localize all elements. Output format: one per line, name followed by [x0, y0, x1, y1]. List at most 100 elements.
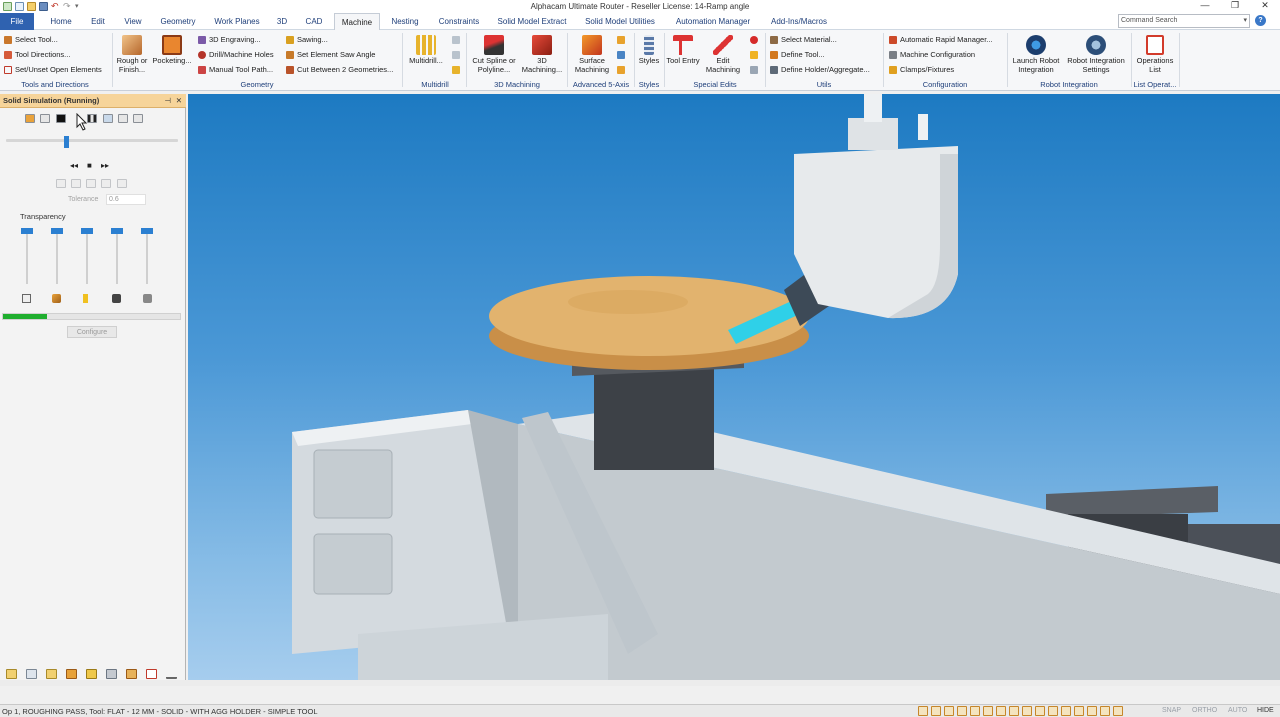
select-material-button[interactable]: Select Material...	[770, 35, 837, 44]
help-icon[interactable]: ?	[1255, 15, 1266, 26]
operations-icon[interactable]	[86, 669, 97, 679]
select-tool-button[interactable]: Select Tool...	[4, 35, 58, 44]
view-icon[interactable]	[1035, 706, 1045, 716]
automatic-rapid-manager-button[interactable]: Automatic Rapid Manager...	[889, 35, 993, 44]
pin-icon[interactable]: ⊣	[164, 94, 171, 108]
list-icon[interactable]	[146, 669, 157, 679]
view-icon[interactable]	[944, 706, 954, 716]
surface-machining-button[interactable]: Surface Machining	[570, 35, 614, 74]
set-element-saw-angle-button[interactable]: Set Element Saw Angle	[286, 50, 375, 59]
horizontal-scrollbar[interactable]	[0, 680, 1280, 686]
tab-3d[interactable]: 3D	[270, 13, 294, 30]
open-folder-icon[interactable]	[46, 669, 57, 679]
view-icon[interactable]	[931, 706, 941, 716]
forward-button[interactable]: ▸▸	[101, 161, 109, 170]
ortho-toggle[interactable]: ORTHO	[1192, 707, 1217, 714]
step-forward-icon[interactable]	[133, 114, 143, 123]
sawing-button[interactable]: Sawing...	[286, 35, 328, 44]
view-icon[interactable]	[996, 706, 1006, 716]
configure-button[interactable]: Configure	[67, 326, 117, 338]
3d-engraving-button[interactable]: 3D Engraving...	[198, 35, 261, 44]
stop-button[interactable]: ■	[87, 161, 92, 170]
settings-icon[interactable]	[148, 114, 158, 123]
view-icon[interactable]	[1074, 706, 1084, 716]
special-edit-option-icon[interactable]	[750, 51, 758, 59]
machine-configuration-button[interactable]: Machine Configuration	[889, 50, 975, 59]
tool-list-icon[interactable]	[66, 669, 77, 679]
command-search-input[interactable]: Command Search ▾	[1118, 14, 1250, 28]
manual-tool-path-button[interactable]: Manual Tool Path...	[198, 65, 273, 74]
5axis-option-icon[interactable]	[617, 66, 625, 74]
simulation-speed-thumb[interactable]	[64, 136, 69, 148]
multidrill-option-icon[interactable]	[452, 36, 460, 44]
define-holder-aggregate-button[interactable]: Define Holder/Aggregate...	[770, 65, 870, 74]
view-icon[interactable]	[1100, 706, 1110, 716]
drill-machine-holes-button[interactable]: Drill/Machine Holes	[198, 50, 274, 59]
properties-icon[interactable]	[126, 669, 137, 679]
view-icon[interactable]	[957, 706, 967, 716]
tab-solid-model-extract[interactable]: Solid Model Extract	[492, 13, 572, 30]
close-icon[interactable]: ✕	[176, 94, 182, 108]
stop-icon[interactable]	[56, 114, 66, 123]
dock-icon[interactable]	[166, 669, 177, 679]
5axis-option-icon[interactable]	[617, 51, 625, 59]
view-option-icon[interactable]	[71, 179, 81, 188]
tab-geometry[interactable]: Geometry	[154, 13, 202, 30]
tolerance-field[interactable]: 0.6	[106, 194, 146, 205]
tab-constraints[interactable]: Constraints	[432, 13, 486, 30]
record-icon[interactable]	[750, 36, 758, 44]
5axis-option-icon[interactable]	[617, 36, 625, 44]
pocketing-button[interactable]: Pocketing...	[152, 35, 192, 66]
display-options-icon[interactable]	[118, 114, 128, 123]
view-icon[interactable]	[970, 706, 980, 716]
view-option-icon[interactable]	[86, 179, 96, 188]
tab-add-ins-macros[interactable]: Add-Ins/Macros	[764, 13, 834, 30]
auto-toggle[interactable]: AUTO	[1228, 707, 1247, 714]
multidrill-button[interactable]: Multidrill...	[404, 35, 448, 66]
close-button[interactable]: ✕	[1250, 0, 1280, 13]
view-icon[interactable]	[918, 706, 928, 716]
view-icon[interactable]	[1087, 706, 1097, 716]
restore-button[interactable]: ❐	[1220, 0, 1250, 13]
tab-cad[interactable]: CAD	[298, 13, 330, 30]
hide-toggle[interactable]: HIDE	[1257, 707, 1274, 714]
edit-machining-button[interactable]: Edit Machining	[700, 35, 746, 74]
cut-spline-polyline-button[interactable]: Cut Spline or Polyline...	[468, 35, 520, 74]
transparency-slider-machine[interactable]	[141, 228, 153, 234]
pause-icon[interactable]	[87, 114, 97, 123]
tab-automation-manager[interactable]: Automation Manager	[668, 13, 758, 30]
operations-list-button[interactable]: Operations List	[1133, 35, 1177, 74]
clamps-fixtures-button[interactable]: Clamps/Fixtures	[889, 65, 954, 74]
transparency-slider-fixture[interactable]	[111, 228, 123, 234]
special-edit-option-icon[interactable]	[750, 66, 758, 74]
styles-button[interactable]: Styles	[636, 35, 662, 66]
minimize-button[interactable]: —	[1190, 0, 1220, 13]
tab-edit[interactable]: Edit	[82, 13, 114, 30]
view-icon[interactable]	[1022, 706, 1032, 716]
view-icon[interactable]	[1009, 706, 1019, 716]
multidrill-option-icon[interactable]	[452, 66, 460, 74]
view-option-icon[interactable]	[101, 179, 111, 188]
view-icon[interactable]	[1061, 706, 1071, 716]
rough-finish-button[interactable]: Rough or Finish...	[114, 35, 150, 74]
view-icon[interactable]	[1113, 706, 1123, 716]
tab-nesting[interactable]: Nesting	[384, 13, 426, 30]
tab-file[interactable]: File	[0, 13, 34, 30]
multidrill-option-icon[interactable]	[452, 51, 460, 59]
tool-directions-button[interactable]: Tool Directions...	[4, 50, 70, 59]
simulation-mode-icon[interactable]	[25, 114, 35, 123]
simulation-speed-slider[interactable]	[6, 139, 178, 142]
tab-machine[interactable]: Machine	[334, 13, 380, 31]
tab-solid-model-utilities[interactable]: Solid Model Utilities	[578, 13, 662, 30]
grid-icon[interactable]	[106, 669, 117, 679]
folder-icon[interactable]	[6, 669, 17, 679]
set-unset-open-elements-button[interactable]: Set/Unset Open Elements	[4, 65, 102, 74]
3d-machining-button[interactable]: 3D Machining...	[520, 35, 564, 74]
tab-work-planes[interactable]: Work Planes	[208, 13, 266, 30]
view-icon[interactable]	[1048, 706, 1058, 716]
robot-integration-settings-button[interactable]: Robot Integration Settings	[1064, 35, 1128, 74]
snap-toggle[interactable]: SNAP	[1162, 707, 1181, 714]
step-back-icon[interactable]	[40, 114, 50, 123]
transparency-slider-tool[interactable]	[51, 228, 63, 234]
view-option-icon[interactable]	[117, 179, 127, 188]
